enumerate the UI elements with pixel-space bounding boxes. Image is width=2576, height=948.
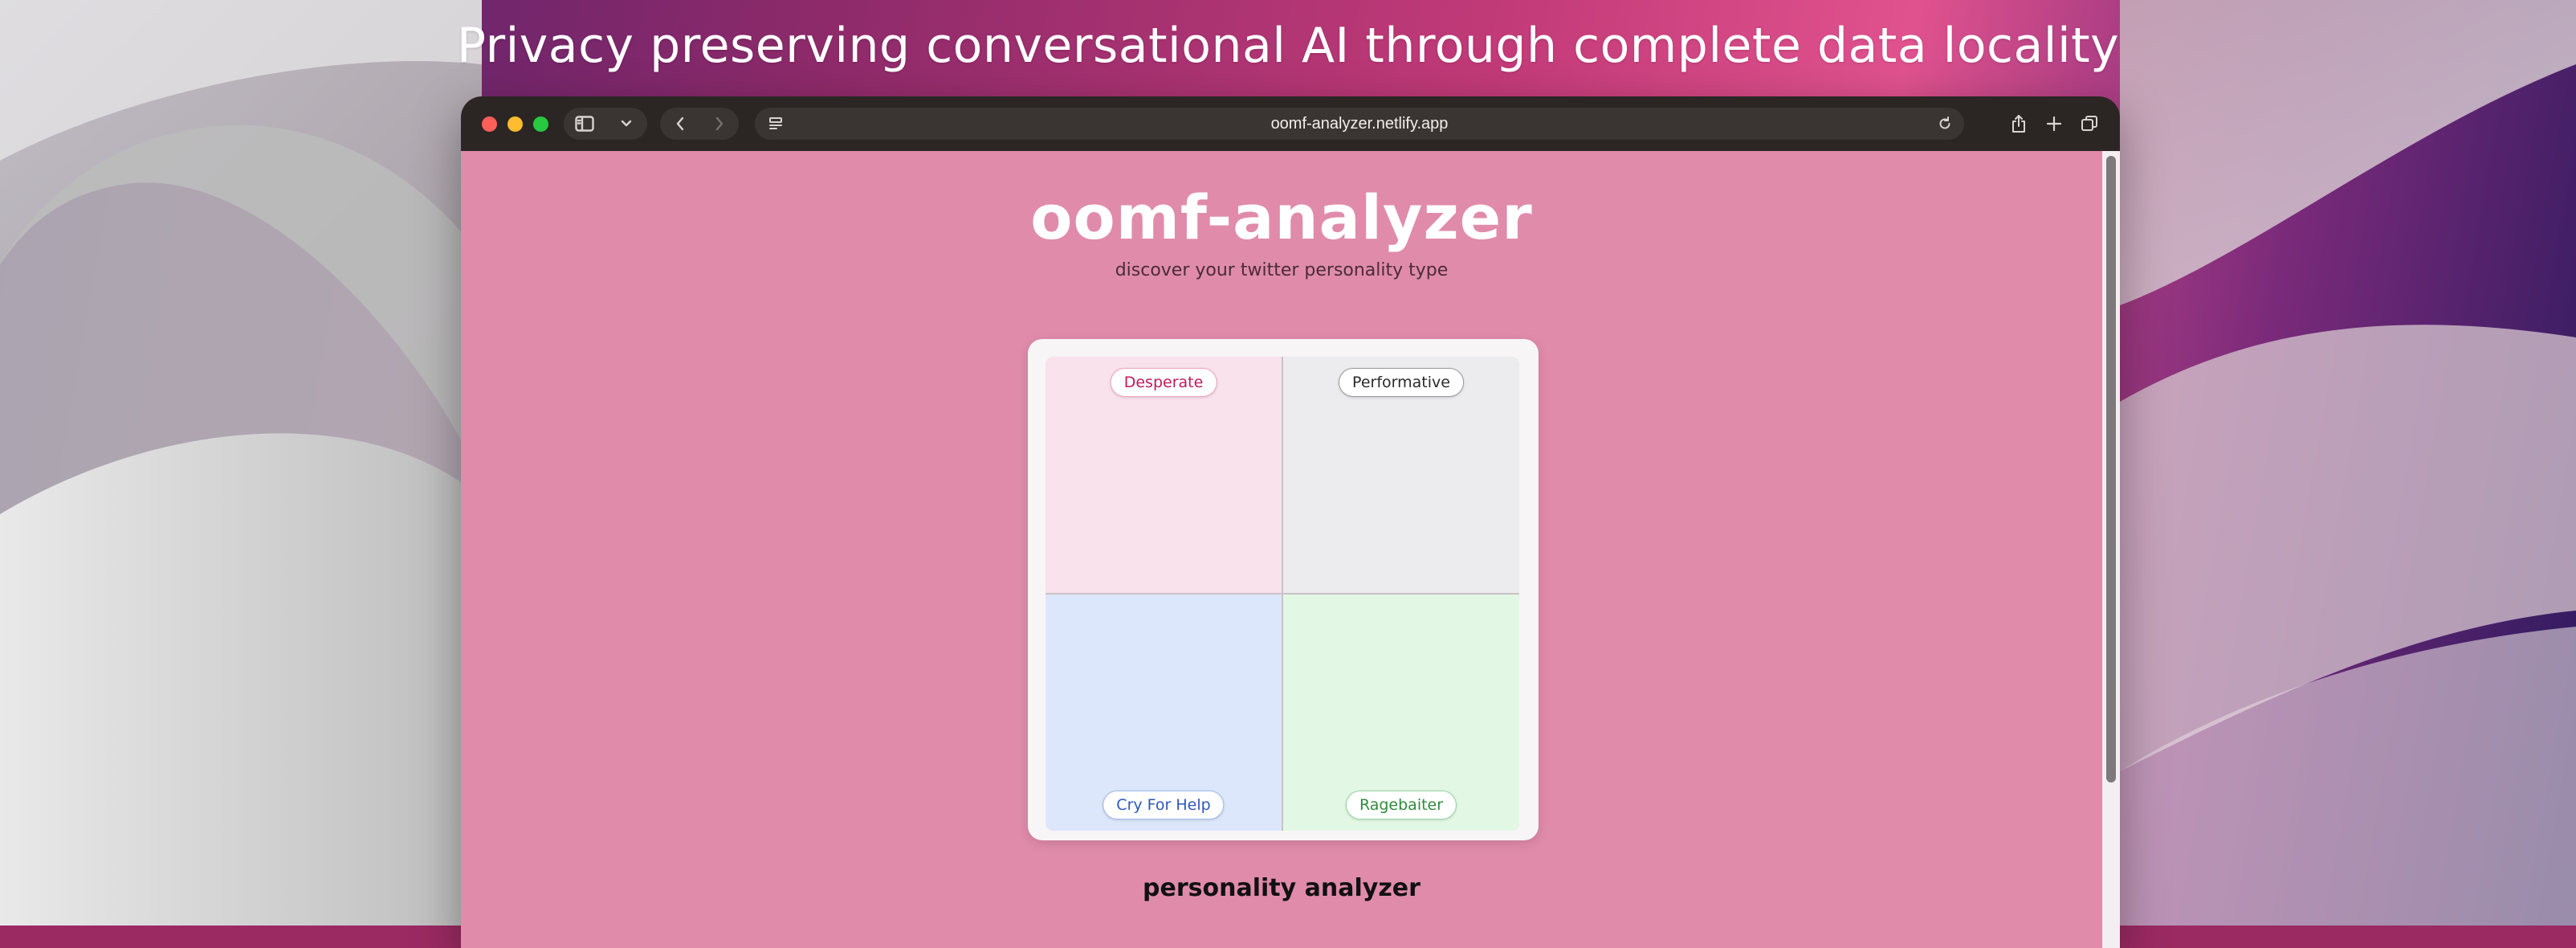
personality-quadrant-card: Desperate Performative Cry For Help Rage… <box>1028 339 1539 840</box>
chevron-down-icon[interactable] <box>610 108 642 140</box>
page-subtitle: discover your twitter personality type <box>1115 260 1449 280</box>
reload-icon[interactable] <box>1929 108 1961 140</box>
quadrant-desperate[interactable]: Desperate <box>1045 357 1282 593</box>
maximize-window-button[interactable] <box>533 116 548 132</box>
quadrant-label-cry-for-help: Cry For Help <box>1103 791 1225 819</box>
address-bar[interactable]: oomf-analyzer.netlify.app <box>755 108 1964 140</box>
browser-window: oomf-analyzer.netlify.app oomf-analyzer … <box>461 96 2120 948</box>
tab-overview-icon[interactable] <box>2073 108 2105 140</box>
page-title: oomf-analyzer <box>1030 182 1533 253</box>
quadrant-performative[interactable]: Performative <box>1283 357 1519 593</box>
scrollbar[interactable] <box>2102 151 2120 948</box>
section-heading: personality analyzer <box>1143 874 1420 902</box>
web-page: oomf-analyzer discover your twitter pers… <box>461 151 2120 948</box>
promo-headline: Privacy preserving conversational AI thr… <box>456 18 2120 74</box>
navigation-group <box>660 108 739 140</box>
quadrant-ragebaiter[interactable]: Ragebaiter <box>1283 595 1519 831</box>
quadrant-label-performative: Performative <box>1339 368 1464 397</box>
window-controls <box>482 116 548 132</box>
browser-toolbar: oomf-analyzer.netlify.app <box>461 96 2120 151</box>
quadrant-label-desperate: Desperate <box>1110 368 1217 397</box>
personality-quadrant-grid[interactable]: Desperate Performative Cry For Help Rage… <box>1045 357 1519 831</box>
new-tab-icon[interactable] <box>2038 108 2070 140</box>
url-text[interactable]: oomf-analyzer.netlify.app <box>755 108 1964 140</box>
back-icon[interactable] <box>664 108 696 140</box>
forward-icon[interactable] <box>703 108 736 140</box>
share-icon[interactable] <box>2003 108 2035 140</box>
quadrant-cry-for-help[interactable]: Cry For Help <box>1045 595 1282 831</box>
minimize-window-button[interactable] <box>507 116 523 132</box>
quadrant-label-ragebaiter: Ragebaiter <box>1345 791 1457 819</box>
toolbar-right-actions <box>2003 108 2105 140</box>
sidebar-toggle-group <box>564 108 647 140</box>
scrollbar-thumb[interactable] <box>2106 156 2116 783</box>
close-window-button[interactable] <box>482 116 497 132</box>
sidebar-icon[interactable] <box>569 108 601 140</box>
